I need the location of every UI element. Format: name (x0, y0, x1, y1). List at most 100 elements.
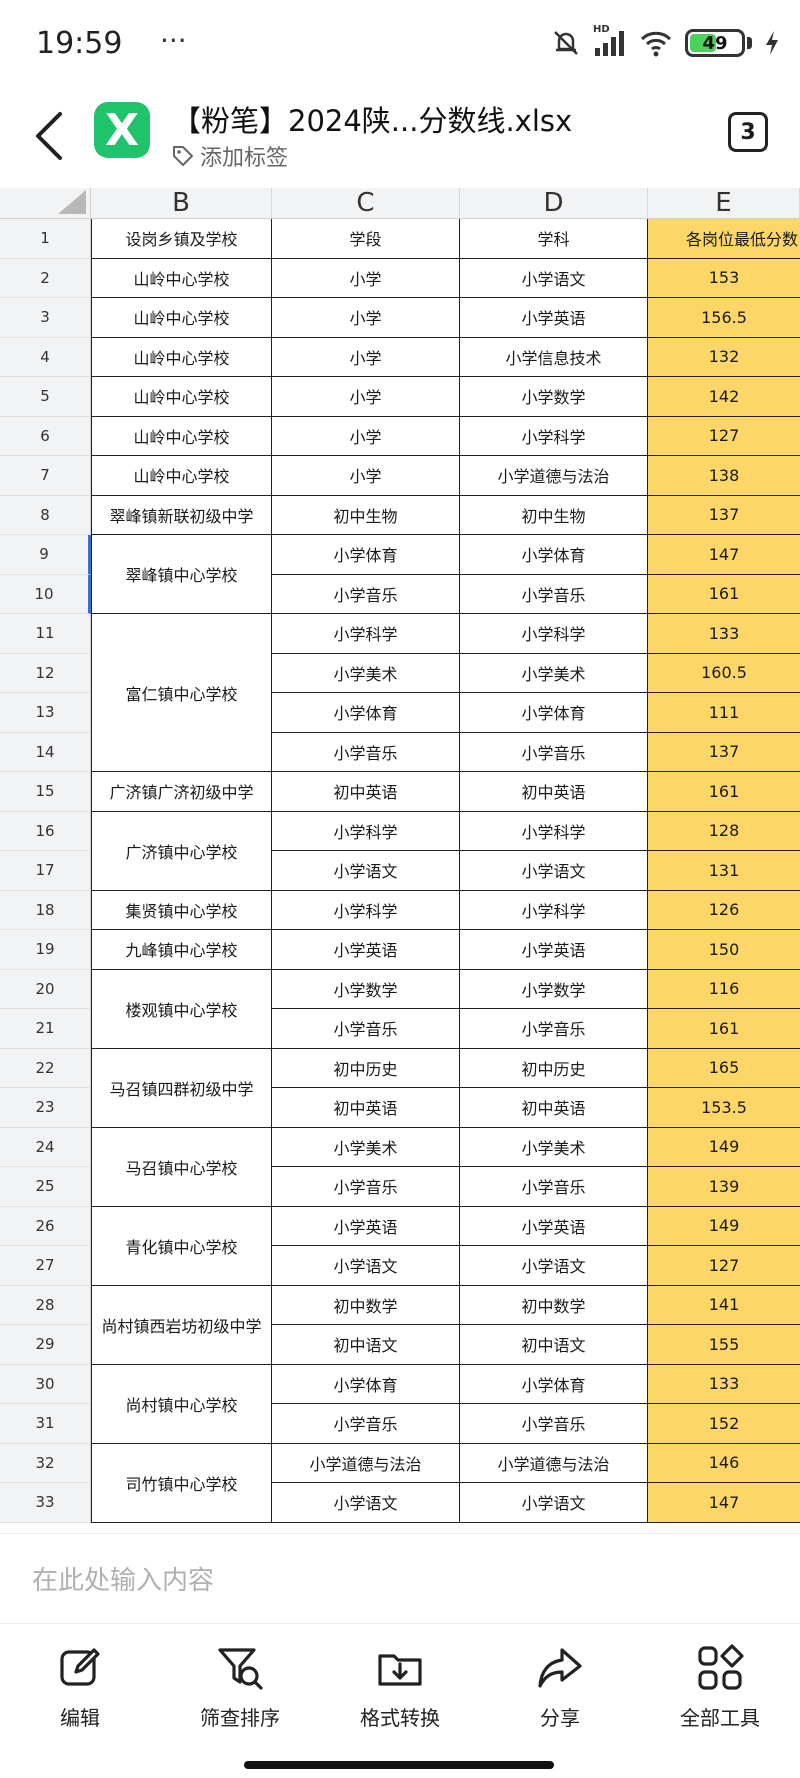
all-tools-button[interactable]: 全部工具 (650, 1644, 790, 1744)
school-cell[interactable]: 楼观镇中心学校 (91, 969, 272, 1049)
stage-cell[interactable]: 初中数学 (272, 1285, 460, 1325)
row-number[interactable]: 7 (0, 456, 91, 496)
filter-sort-button[interactable]: 筛查排序 (170, 1644, 310, 1744)
score-cell[interactable]: 160.5 (648, 653, 800, 693)
school-cell[interactable]: 尚村镇西岩坊初级中学 (91, 1285, 272, 1365)
stage-cell[interactable]: 小学科学 (272, 890, 460, 930)
row-number[interactable]: 9 (0, 535, 91, 575)
score-cell[interactable]: 155 (648, 1325, 800, 1365)
header-cell[interactable]: 学科 (460, 219, 648, 259)
school-cell[interactable]: 山岭中心学校 (91, 377, 272, 417)
subject-cell[interactable]: 小学科学 (460, 614, 648, 654)
stage-cell[interactable]: 小学体育 (272, 1364, 460, 1404)
row-number[interactable]: 25 (0, 1167, 91, 1207)
stage-cell[interactable]: 初中生物 (272, 495, 460, 535)
row-number[interactable]: 23 (0, 1088, 91, 1128)
subject-cell[interactable]: 小学数学 (460, 377, 648, 417)
stage-cell[interactable]: 小学道德与法治 (272, 1443, 460, 1483)
column-header-b[interactable]: B (91, 188, 272, 219)
stage-cell[interactable]: 小学英语 (272, 930, 460, 970)
school-cell[interactable]: 司竹镇中心学校 (91, 1443, 272, 1523)
school-cell[interactable]: 马召镇四群初级中学 (91, 1048, 272, 1128)
stage-cell[interactable]: 小学数学 (272, 969, 460, 1009)
score-cell[interactable]: 127 (648, 1246, 800, 1286)
score-cell[interactable]: 139 (648, 1167, 800, 1207)
school-cell[interactable]: 广济镇广济初级中学 (91, 772, 272, 812)
row-number[interactable]: 2 (0, 258, 91, 298)
subject-cell[interactable]: 小学音乐 (460, 732, 648, 772)
row-number[interactable]: 5 (0, 377, 91, 417)
stage-cell[interactable]: 小学音乐 (272, 732, 460, 772)
row-number[interactable]: 19 (0, 930, 91, 970)
score-cell[interactable]: 141 (648, 1285, 800, 1325)
subject-cell[interactable]: 小学音乐 (460, 574, 648, 614)
header-cell[interactable]: 各岗位最低分数 (648, 219, 800, 259)
subject-cell[interactable]: 初中历史 (460, 1048, 648, 1088)
row-number[interactable]: 3 (0, 298, 91, 338)
row-number[interactable]: 10 (0, 574, 91, 614)
score-cell[interactable]: 150 (648, 930, 800, 970)
score-cell[interactable]: 137 (648, 732, 800, 772)
subject-cell[interactable]: 初中英语 (460, 772, 648, 812)
score-cell[interactable]: 153 (648, 258, 800, 298)
row-number[interactable]: 11 (0, 614, 91, 654)
row-number[interactable]: 1 (0, 219, 91, 259)
school-cell[interactable]: 九峰镇中心学校 (91, 930, 272, 970)
row-number[interactable]: 24 (0, 1127, 91, 1167)
cell-input-bar[interactable]: 在此处输入内容 (0, 1533, 800, 1623)
score-cell[interactable]: 156.5 (648, 298, 800, 338)
score-cell[interactable]: 116 (648, 969, 800, 1009)
subject-cell[interactable]: 小学音乐 (460, 1404, 648, 1444)
stage-cell[interactable]: 小学音乐 (272, 1009, 460, 1049)
subject-cell[interactable]: 小学数学 (460, 969, 648, 1009)
row-number[interactable]: 26 (0, 1206, 91, 1246)
stage-cell[interactable]: 小学科学 (272, 811, 460, 851)
stage-cell[interactable]: 小学体育 (272, 693, 460, 733)
row-number[interactable]: 30 (0, 1364, 91, 1404)
score-cell[interactable]: 152 (648, 1404, 800, 1444)
stage-cell[interactable]: 初中英语 (272, 772, 460, 812)
score-cell[interactable]: 142 (648, 377, 800, 417)
stage-cell[interactable]: 小学音乐 (272, 574, 460, 614)
subject-cell[interactable]: 小学美术 (460, 1127, 648, 1167)
row-number[interactable]: 21 (0, 1009, 91, 1049)
stage-cell[interactable]: 小学音乐 (272, 1167, 460, 1207)
school-cell[interactable]: 翠峰镇新联初级中学 (91, 495, 272, 535)
school-cell[interactable]: 山岭中心学校 (91, 258, 272, 298)
score-cell[interactable]: 153.5 (648, 1088, 800, 1128)
add-tag-button[interactable]: 添加标签 (172, 140, 288, 172)
row-number[interactable]: 32 (0, 1443, 91, 1483)
row-number[interactable]: 33 (0, 1483, 91, 1523)
subject-cell[interactable]: 小学英语 (460, 1206, 648, 1246)
subject-cell[interactable]: 小学科学 (460, 811, 648, 851)
subject-cell[interactable]: 小学科学 (460, 890, 648, 930)
stage-cell[interactable]: 初中英语 (272, 1088, 460, 1128)
row-number[interactable]: 20 (0, 969, 91, 1009)
stage-cell[interactable]: 小学科学 (272, 614, 460, 654)
score-cell[interactable]: 149 (648, 1127, 800, 1167)
stage-cell[interactable]: 小学 (272, 416, 460, 456)
school-cell[interactable]: 富仁镇中心学校 (91, 614, 272, 772)
row-number[interactable]: 17 (0, 851, 91, 891)
school-cell[interactable]: 青化镇中心学校 (91, 1206, 272, 1286)
subject-cell[interactable]: 小学语文 (460, 258, 648, 298)
score-cell[interactable]: 126 (648, 890, 800, 930)
subject-cell[interactable]: 小学音乐 (460, 1167, 648, 1207)
subject-cell[interactable]: 小学体育 (460, 693, 648, 733)
school-cell[interactable]: 山岭中心学校 (91, 456, 272, 496)
subject-cell[interactable]: 小学道德与法治 (460, 456, 648, 496)
row-number[interactable]: 6 (0, 416, 91, 456)
column-header-e[interactable]: E (648, 188, 800, 219)
row-number[interactable]: 16 (0, 811, 91, 851)
stage-cell[interactable]: 小学音乐 (272, 1404, 460, 1444)
subject-cell[interactable]: 小学语文 (460, 1246, 648, 1286)
subject-cell[interactable]: 初中英语 (460, 1088, 648, 1128)
edit-button[interactable]: 编辑 (10, 1644, 150, 1744)
subject-cell[interactable]: 小学语文 (460, 1483, 648, 1523)
score-cell[interactable]: 161 (648, 574, 800, 614)
stage-cell[interactable]: 初中历史 (272, 1048, 460, 1088)
score-cell[interactable]: 133 (648, 614, 800, 654)
school-cell[interactable]: 山岭中心学校 (91, 416, 272, 456)
row-number[interactable]: 28 (0, 1285, 91, 1325)
subject-cell[interactable]: 小学音乐 (460, 1009, 648, 1049)
